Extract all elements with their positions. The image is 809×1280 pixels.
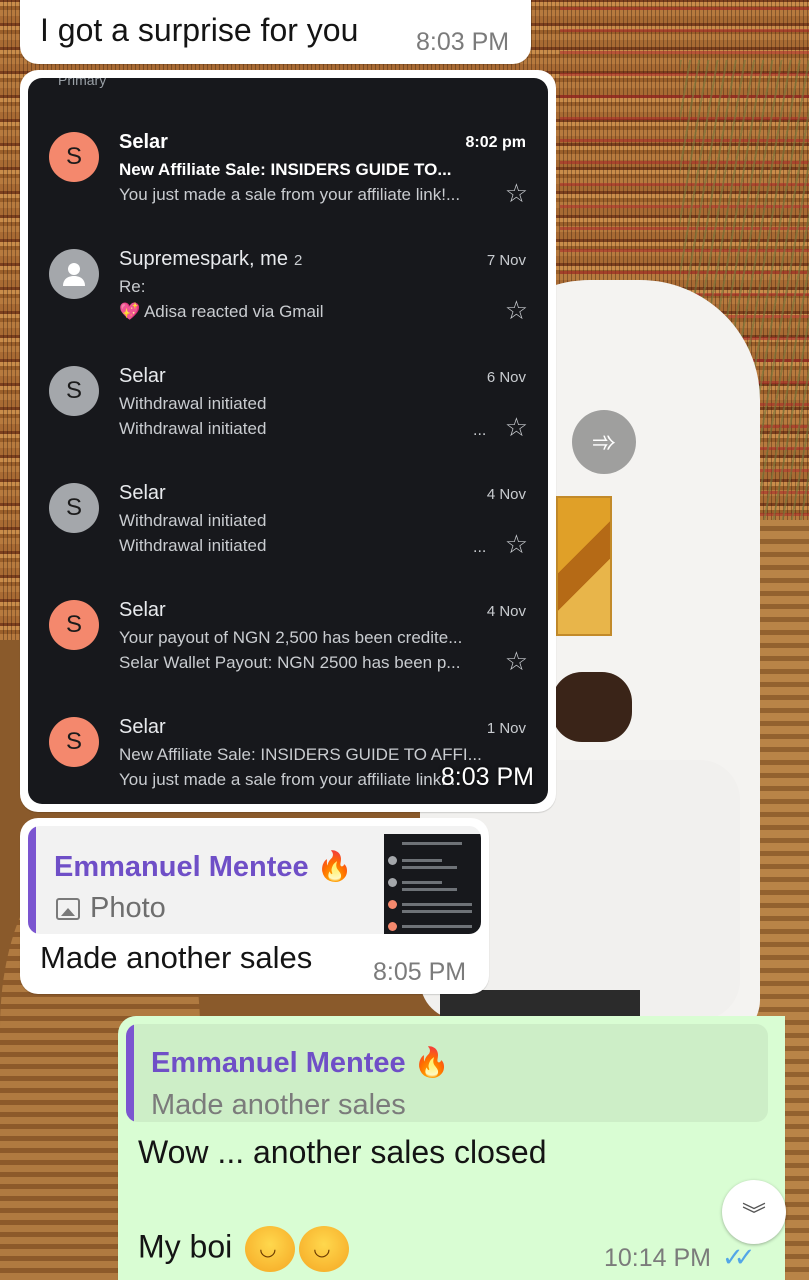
wallpaper-embroidery	[556, 496, 612, 636]
star-icon: ☆	[504, 529, 528, 559]
message-text-line-2-text: My boi	[138, 1228, 233, 1265]
message-text: Made another sales	[40, 940, 313, 975]
chevron-double-down-icon: ︾	[742, 1201, 766, 1229]
forward-icon: ➾	[591, 425, 617, 459]
message-text: I got a surprise for you	[40, 12, 359, 48]
star-icon: ☆	[504, 646, 528, 676]
message-time: 8:03 PM	[416, 28, 510, 56]
email-row: Supremespark, me 2 7 Nov Re: 💖 Adisa reac…	[28, 235, 548, 352]
sender-avatar: S	[49, 483, 99, 533]
email-row: S Selar 4 Nov Your payout of NGN 2,500 h…	[28, 586, 548, 703]
read-receipt-icon: ✓✓	[722, 1242, 755, 1272]
star-icon: ☆	[504, 178, 528, 208]
sender-avatar: S	[49, 366, 99, 416]
email-row: S Selar 6 Nov Withdrawal initiated Withd…	[28, 352, 548, 469]
email-sender: Selar	[119, 716, 166, 738]
email-row: S Selar 4 Nov Withdrawal initiated Withd…	[28, 469, 548, 586]
sender-avatar: S	[49, 717, 99, 767]
email-snippet: Withdrawal initiated	[119, 536, 267, 555]
quote-accent-bar	[28, 826, 36, 934]
message-text-line-1: Wow ... another sales closed	[138, 1134, 547, 1170]
reply-message-bubble-incoming[interactable]: Emmanuel Mentee 🔥 Photo Made another sal…	[20, 818, 489, 994]
message-time: 8:03 PM	[440, 763, 534, 791]
email-sender: Selar	[119, 599, 166, 621]
star-icon: ☆	[504, 295, 528, 325]
quote-text: Photo	[90, 892, 166, 924]
email-snippet: Selar Wallet Payout: NGN 2500 has been p…	[119, 653, 461, 672]
email-ellipsis: ...	[473, 539, 487, 556]
scroll-to-bottom-button[interactable]: ︾	[722, 1180, 786, 1244]
gmail-screenshot-image[interactable]: Primary S Selar 8:02 pm New Affiliate Sa…	[28, 78, 548, 804]
image-message-bubble[interactable]: Primary S Selar 8:02 pm New Affiliate Sa…	[20, 70, 556, 812]
message-bubble-incoming[interactable]: I got a surprise for you 8:03 PM	[20, 0, 531, 64]
email-snippet: 💖 Adisa reacted via Gmail	[119, 302, 324, 321]
sender-avatar: S	[49, 132, 99, 182]
inbox-label: Primary	[58, 78, 107, 88]
quote-author: Emmanuel Mentee 🔥	[54, 851, 353, 883]
reply-message-bubble-outgoing[interactable]: Emmanuel Mentee 🔥 Made another sales Wow…	[118, 1016, 785, 1280]
email-sender: Selar	[119, 365, 166, 387]
email-sender: Selar	[119, 482, 166, 504]
person-icon	[49, 249, 99, 299]
email-subject: Re:	[119, 277, 146, 296]
quoted-message[interactable]: Emmanuel Mentee 🔥 Photo	[28, 826, 481, 934]
email-sender: Selar	[119, 131, 168, 153]
email-subject: New Affiliate Sale: INSIDERS GUIDE TO AF…	[119, 745, 482, 764]
quote-text: Made another sales	[151, 1089, 406, 1121]
sender-avatar: S	[49, 600, 99, 650]
email-row: S Selar 8:02 pm New Affiliate Sale: INSI…	[28, 118, 548, 235]
email-date: 4 Nov	[486, 603, 526, 620]
thread-count: 2	[293, 252, 303, 269]
quoted-message[interactable]: Emmanuel Mentee 🔥 Made another sales	[126, 1024, 768, 1122]
message-text-line-2: My boi	[138, 1226, 350, 1272]
email-date: 7 Nov	[486, 252, 526, 269]
email-sender-name: Supremespark, me	[119, 248, 288, 270]
email-sender: Supremespark, me 2	[119, 248, 302, 271]
email-date: 1 Nov	[486, 720, 526, 737]
quote-thumbnail	[384, 834, 481, 934]
quote-author: Emmanuel Mentee 🔥	[151, 1047, 450, 1079]
email-subject: Your payout of NGN 2,500 has been credit…	[119, 628, 463, 647]
forward-button[interactable]: ➾	[572, 410, 636, 474]
email-date: 8:02 pm	[465, 134, 526, 151]
email-ellipsis: ...	[473, 422, 487, 439]
wallpaper-hand	[552, 672, 632, 742]
email-date: 4 Nov	[486, 486, 526, 503]
email-subject: Withdrawal initiated	[119, 511, 267, 530]
message-time: 8:05 PM	[373, 958, 467, 986]
email-snippet: You just made a sale from your affiliate…	[119, 185, 461, 204]
photo-icon	[56, 898, 80, 920]
quote-accent-bar	[126, 1024, 134, 1122]
email-snippet: Withdrawal initiated	[119, 419, 267, 438]
email-subject: Withdrawal initiated	[119, 394, 267, 413]
email-date: 6 Nov	[486, 369, 526, 386]
message-time: 10:14 PM	[604, 1244, 712, 1272]
hugging-face-emoji	[245, 1226, 296, 1272]
hugging-face-emoji	[299, 1226, 350, 1272]
email-subject: New Affiliate Sale: INSIDERS GUIDE TO...	[119, 160, 452, 179]
star-icon: ☆	[504, 412, 528, 442]
